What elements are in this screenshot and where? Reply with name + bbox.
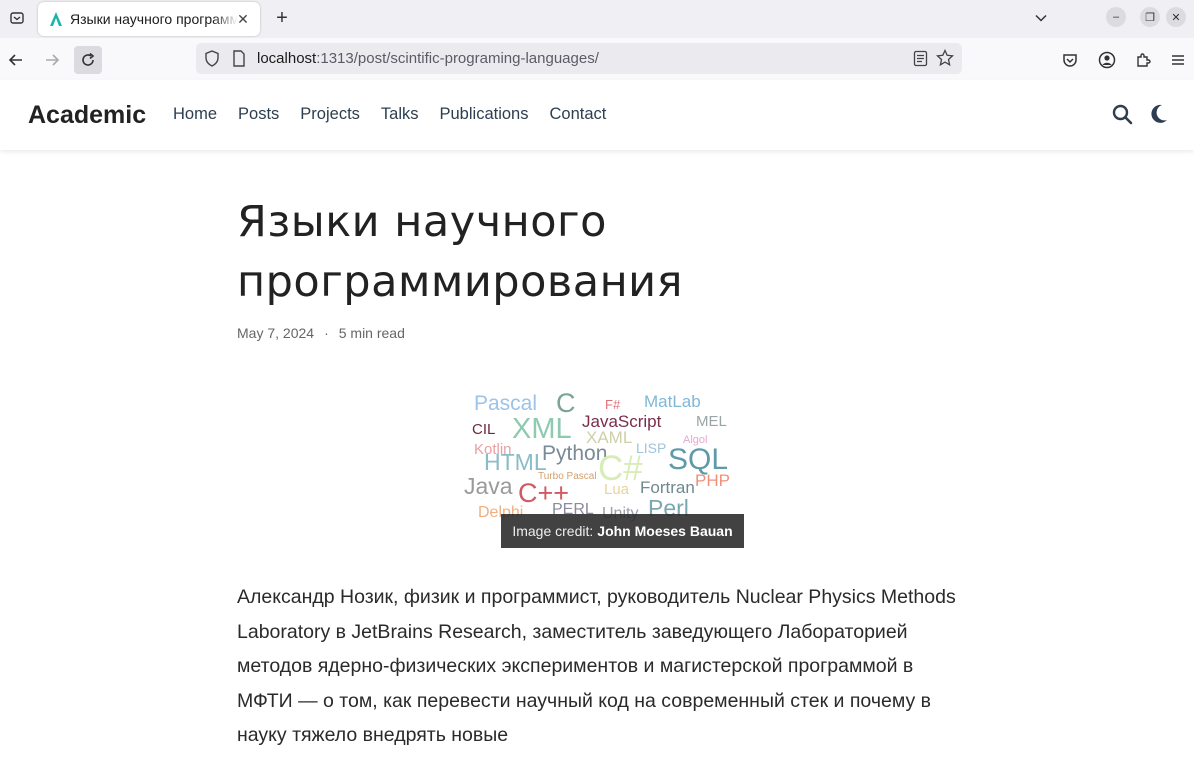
- tab-list-icon[interactable]: [4, 6, 30, 30]
- nav-home[interactable]: Home: [173, 105, 217, 124]
- nav-publications[interactable]: Publications: [440, 105, 529, 124]
- wordcloud-word: F#: [605, 397, 621, 412]
- academic-favicon-icon: [50, 12, 62, 26]
- wordcloud-word: XML: [512, 413, 572, 445]
- browser-tabbar: Языки научного программирования ✕ + – ❐ …: [0, 0, 1194, 38]
- wordcloud-word: CIL: [472, 421, 495, 438]
- shield-icon[interactable]: [204, 50, 220, 67]
- wordcloud-word: PHP: [695, 471, 730, 490]
- article-title: Языки научного программирования: [237, 197, 683, 307]
- wordcloud-word: MatLab: [644, 392, 701, 411]
- nav-posts[interactable]: Posts: [238, 105, 279, 124]
- wordcloud-word: MEL: [696, 413, 727, 430]
- browser-navbar: localhost:1313/post/scintific-programing…: [0, 38, 1194, 81]
- menu-icon[interactable]: [1164, 46, 1192, 74]
- article-meta: May 7, 2024 · 5 min read: [237, 325, 405, 341]
- image-credit-author[interactable]: John Moeses Bauan: [597, 523, 732, 539]
- nav-contact[interactable]: Contact: [549, 105, 606, 124]
- chevron-down-icon[interactable]: [1030, 7, 1052, 29]
- site-header: Academic Home Posts Projects Talks Publi…: [0, 80, 1194, 150]
- back-icon[interactable]: [2, 46, 30, 74]
- minimize-icon[interactable]: –: [1106, 7, 1126, 27]
- reader-view-icon[interactable]: [913, 50, 928, 67]
- wordcloud-word: Java: [464, 473, 513, 499]
- nav-talks[interactable]: Talks: [381, 105, 419, 124]
- bookmark-star-icon[interactable]: [936, 49, 954, 67]
- pocket-icon[interactable]: [1056, 46, 1084, 74]
- article-read-time: 5 min read: [338, 325, 405, 341]
- reload-icon[interactable]: [74, 46, 102, 74]
- image-credit-prefix: Image credit:: [512, 523, 594, 539]
- nav-projects[interactable]: Projects: [300, 105, 360, 124]
- forward-icon[interactable]: [38, 46, 66, 74]
- address-bar[interactable]: localhost:1313/post/scintific-programing…: [196, 43, 962, 74]
- article-date: May 7, 2024: [237, 325, 315, 341]
- site-brand[interactable]: Academic: [28, 101, 146, 130]
- dark-mode-moon-icon[interactable]: [1150, 104, 1168, 124]
- restore-icon[interactable]: ❐: [1140, 7, 1160, 27]
- account-icon[interactable]: [1093, 46, 1121, 74]
- image-credit: Image credit: John Moeses Bauan: [501, 514, 744, 548]
- page-icon[interactable]: [232, 50, 246, 67]
- new-tab-icon[interactable]: +: [270, 6, 294, 30]
- tab-title: Языки научного программирования: [70, 11, 238, 27]
- close-window-icon[interactable]: ✕: [1166, 7, 1186, 27]
- browser-tab[interactable]: Языки научного программирования ✕: [38, 2, 260, 36]
- site-nav: Home Posts Projects Talks Publications C…: [173, 105, 627, 124]
- wordcloud-word: Pascal: [474, 392, 537, 415]
- meta-separator: ·: [324, 325, 329, 341]
- close-tab-icon[interactable]: ✕: [234, 10, 252, 28]
- extensions-icon[interactable]: [1129, 46, 1157, 74]
- article-body-paragraph: Александр Нозик, физик и программист, ру…: [237, 586, 956, 746]
- wordcloud-word: Lua: [604, 481, 630, 498]
- search-icon[interactable]: [1112, 104, 1133, 125]
- url-text[interactable]: localhost:1313/post/scintific-programing…: [257, 50, 599, 67]
